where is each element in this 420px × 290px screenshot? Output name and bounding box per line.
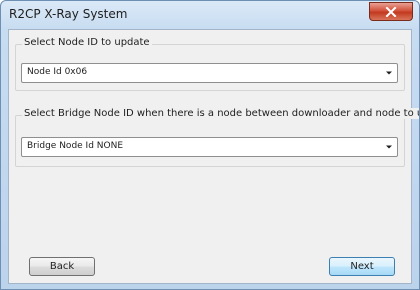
next-button[interactable]: Next [329, 257, 395, 276]
bridge-node-id-group-label: Select Bridge Node ID when there is a no… [22, 108, 419, 119]
back-button[interactable]: Back [29, 257, 95, 276]
chevron-down-icon [386, 71, 392, 75]
app-window: R2CP X-Ray System Select Node ID to upda… [0, 0, 420, 290]
node-id-dropdown[interactable]: Node Id 0x06 [21, 63, 398, 83]
close-button[interactable] [369, 2, 413, 21]
node-id-group: Select Node ID to update Node Id 0x06 [15, 37, 405, 91]
dialog-body: Select Node ID to update Node Id 0x06 Se… [8, 29, 419, 284]
node-id-group-label: Select Node ID to update [22, 37, 152, 48]
bridge-node-id-selected-value: Bridge Node Id NONE [27, 141, 124, 151]
chevron-down-icon [386, 145, 392, 149]
bridge-node-id-dropdown[interactable]: Bridge Node Id NONE [21, 137, 398, 157]
close-x-icon [385, 6, 397, 17]
bridge-node-id-group: Select Bridge Node ID when there is a no… [15, 108, 419, 167]
window-title: R2CP X-Ray System [9, 7, 128, 21]
title-bar[interactable]: R2CP X-Ray System [1, 1, 419, 27]
node-id-selected-value: Node Id 0x06 [27, 67, 88, 77]
